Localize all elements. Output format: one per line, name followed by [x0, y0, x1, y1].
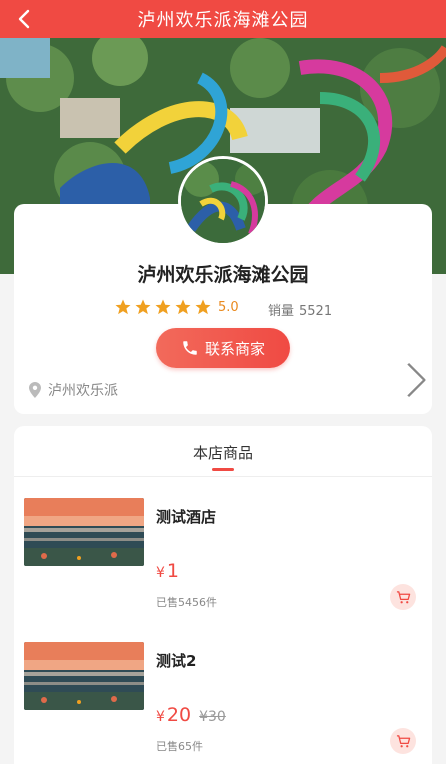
- original-price: ¥30: [199, 709, 226, 725]
- contact-merchant-label: 联系商家: [204, 339, 265, 358]
- tab-store-products[interactable]: 本店商品: [14, 442, 432, 463]
- location-text: 泸州欢乐派: [48, 383, 118, 399]
- sold-count: 已售5456件: [156, 596, 217, 609]
- store-name: 泸州欢乐派海滩公园: [137, 264, 309, 286]
- product-thumbnail: [24, 642, 144, 710]
- active-tab-indicator: [212, 468, 234, 471]
- product-price: ¥ 20 ¥30: [156, 704, 226, 726]
- sales-label: 销量: [268, 304, 295, 319]
- star-icon: [175, 299, 191, 315]
- rating-row: 5.0: [114, 298, 239, 316]
- page-title: 泸州欢乐派海滩公园: [137, 10, 309, 31]
- top-nav-bar: 泸州欢乐派海滩公园: [0, 0, 446, 38]
- divider: [14, 476, 432, 477]
- product-item[interactable]: 测试酒店 ¥ 1 已售5456件: [24, 498, 422, 628]
- rating-value: 5.0: [218, 299, 239, 315]
- store-avatar: [178, 156, 268, 246]
- price-value: 20: [166, 704, 192, 726]
- star-icon: [115, 299, 131, 315]
- currency-symbol: ¥: [156, 565, 165, 581]
- star-icon: [135, 299, 151, 315]
- store-location[interactable]: 泸州欢乐派: [28, 380, 118, 400]
- star-icon: [195, 299, 211, 315]
- cart-icon: [396, 734, 410, 747]
- add-to-cart-button[interactable]: [390, 584, 416, 610]
- location-pin-icon: [29, 382, 41, 398]
- add-to-cart-button[interactable]: [390, 728, 416, 754]
- product-name: 测试2: [156, 652, 197, 670]
- currency-symbol: ¥: [156, 709, 165, 725]
- chevron-right-icon[interactable]: [400, 358, 430, 402]
- price-value: 1: [166, 560, 180, 582]
- product-price: ¥ 1: [156, 560, 179, 582]
- contact-merchant-button[interactable]: 联系商家: [156, 328, 290, 368]
- sold-count: 已售65件: [156, 740, 203, 753]
- phone-icon: [183, 341, 197, 355]
- sales-value: 5521: [299, 304, 333, 319]
- chevron-left-icon[interactable]: [14, 8, 36, 30]
- star-icon: [155, 299, 171, 315]
- store-products-panel: 本店商品 测试酒店 ¥ 1 已售5456件 测试2 ¥ 20 ¥30 已售65件: [14, 426, 432, 764]
- product-name: 测试酒店: [156, 508, 217, 526]
- cart-icon: [396, 590, 410, 603]
- sales-count: 销量 5521: [268, 300, 332, 319]
- product-item[interactable]: 测试2 ¥ 20 ¥30 已售65件: [24, 642, 422, 764]
- product-thumbnail: [24, 498, 144, 566]
